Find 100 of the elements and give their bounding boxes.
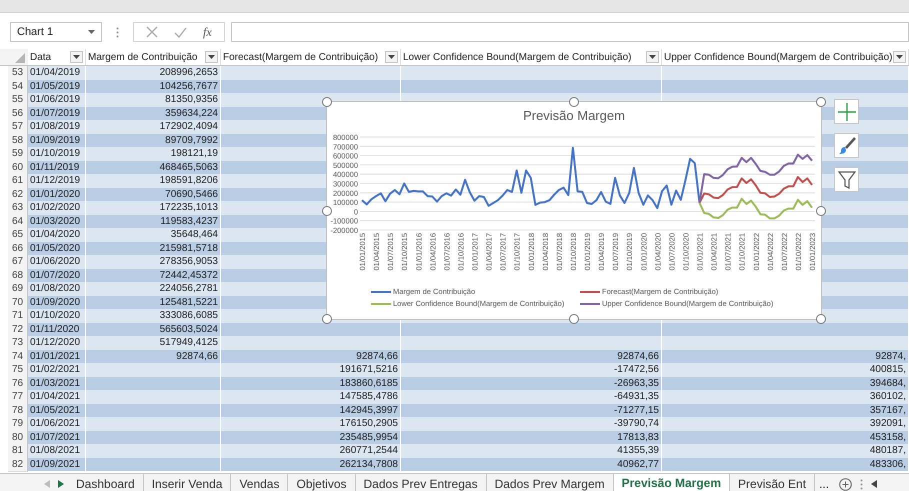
caret-icon — [388, 55, 395, 59]
filter-button[interactable] — [646, 51, 659, 63]
table-cell: 191671,5216 — [221, 363, 401, 378]
chart-title: Previsão Margem — [523, 107, 625, 125]
table-cell: 172235,1013 — [86, 201, 221, 216]
resize-handle[interactable] — [569, 314, 579, 324]
table-cell: 01/12/2019 — [28, 174, 86, 188]
table-cell: 01/08/2019 — [28, 120, 86, 134]
table-cell: 172902,4094 — [86, 120, 221, 134]
filter-button[interactable] — [893, 51, 906, 63]
table-cell: 41355,39 — [401, 444, 662, 458]
table-cell: 40962,77 — [401, 458, 662, 472]
table-cell: 400815, — [662, 363, 909, 378]
filter-button[interactable] — [70, 51, 83, 63]
table-cell: 198121,19 — [86, 147, 221, 162]
chart-styles-button[interactable] — [834, 133, 859, 158]
sheet-tab[interactable]: Dados Prev Entregas — [356, 474, 487, 491]
sheet-tab[interactable]: Previsão Ent — [730, 474, 816, 491]
cancel-icon[interactable] — [146, 26, 158, 38]
filter-button[interactable] — [385, 51, 398, 63]
resize-handle[interactable] — [569, 97, 579, 107]
row-number[interactable]: 61 — [8, 174, 28, 188]
table-cell: 01/04/2021 — [28, 390, 86, 404]
check-icon[interactable] — [174, 26, 187, 38]
table-cell: 01/12/2020 — [28, 336, 86, 350]
sheet-tab[interactable]: Dashboard — [68, 474, 144, 491]
table-cell: -64931,35 — [401, 390, 662, 404]
table-cell: 260771,2544 — [221, 444, 401, 458]
row-number[interactable]: 67 — [8, 255, 28, 270]
table-cell: 01/06/2019 — [28, 93, 86, 108]
table-cell: 333086,6085 — [86, 309, 221, 324]
table-cell: 483306, — [662, 458, 909, 472]
table-cell: -17472,56 — [401, 363, 662, 378]
chart-elements-button[interactable] — [834, 99, 859, 124]
table-cell: 224056,2781 — [86, 282, 221, 296]
more-tabs-button[interactable]: ... — [819, 477, 830, 491]
row-number[interactable]: 81 — [8, 444, 28, 458]
table-cell: 517949,4125 — [86, 336, 221, 350]
more-icon — [116, 26, 119, 38]
table-cell: 81350,9356 — [86, 93, 221, 108]
caret-icon — [649, 55, 656, 59]
row-number[interactable]: 75 — [8, 363, 28, 378]
name-box[interactable]: Chart 1 — [10, 22, 102, 42]
row-number[interactable]: 59 — [8, 147, 28, 162]
more-icon — [860, 478, 864, 490]
table-cell: 01/09/2021 — [28, 458, 86, 472]
sheet-tab[interactable]: Objetivos — [288, 474, 356, 491]
table-cell: -39790,74 — [401, 417, 662, 432]
table-cell: 198591,8206 — [86, 174, 221, 188]
column-header: Data — [30, 52, 52, 62]
row-number[interactable]: 79 — [8, 417, 28, 432]
resize-handle[interactable] — [816, 206, 826, 216]
table-cell: 208996,2653 — [86, 66, 221, 80]
table-cell: 01/04/2019 — [28, 66, 86, 80]
insert-function-button[interactable]: fx — [203, 24, 212, 40]
table-cell: 176150,2905 — [221, 417, 401, 432]
resize-handle[interactable] — [322, 206, 332, 216]
row-number[interactable]: 73 — [8, 336, 28, 350]
table-cell: 360102, — [662, 390, 909, 404]
caret-icon — [88, 30, 95, 34]
row-number[interactable]: 57 — [8, 120, 28, 134]
column-header: Lower Confidence Bound(Margem de Contribuição) — [403, 52, 632, 62]
row-number[interactable]: 77 — [8, 390, 28, 404]
table-cell: 278356,9053 — [86, 255, 221, 270]
table-cell: 01/06/2021 — [28, 417, 86, 432]
resize-handle[interactable] — [816, 314, 826, 324]
sheet-tab[interactable]: Previsão Margem — [614, 474, 730, 491]
sheet-tab[interactable]: Vendas — [231, 474, 288, 491]
table-cell: 35648,464 — [86, 228, 221, 242]
chart-filters-button[interactable] — [834, 167, 859, 192]
column-header: Upper Confidence Bound(Margem de Contribuição) — [664, 52, 892, 62]
row-number[interactable]: 55 — [8, 93, 28, 108]
scroll-left-icon[interactable] — [871, 480, 878, 488]
table-cell: 480187, — [662, 444, 909, 458]
row-number[interactable]: 53 — [8, 66, 28, 80]
scroll-right-icon[interactable] — [58, 480, 64, 488]
table-cell: 147585,4786 — [221, 390, 401, 404]
table-cell: 01/04/2020 — [28, 228, 86, 242]
row-number[interactable]: 71 — [8, 309, 28, 324]
table-cell: 01/02/2021 — [28, 363, 86, 378]
table-cell: 01/02/2020 — [28, 201, 86, 216]
row-number[interactable]: 63 — [8, 201, 28, 216]
row-number[interactable]: 69 — [8, 282, 28, 296]
table-cell: 01/10/2019 — [28, 147, 86, 162]
table-cell: 392091, — [662, 417, 909, 432]
add-sheet-icon[interactable] — [839, 478, 852, 490]
caret-icon — [208, 55, 215, 59]
table-cell: 01/08/2021 — [28, 444, 86, 458]
table-cell: 01/06/2020 — [28, 255, 86, 270]
table-cell: 262134,7808 — [221, 458, 401, 472]
table-cell: 01/08/2020 — [28, 282, 86, 296]
sheet-tab[interactable]: Inserir Venda — [144, 474, 232, 491]
formula-input[interactable] — [230, 22, 909, 42]
filter-button[interactable] — [205, 51, 218, 63]
row-number[interactable]: 82 — [8, 458, 28, 472]
caret-icon — [73, 55, 80, 59]
column-header: Margem de Contribuição — [88, 52, 198, 62]
caret-icon — [896, 55, 903, 59]
row-number[interactable]: 65 — [8, 228, 28, 242]
column-header: Forecast(Margem de Contribuição) — [223, 52, 378, 62]
